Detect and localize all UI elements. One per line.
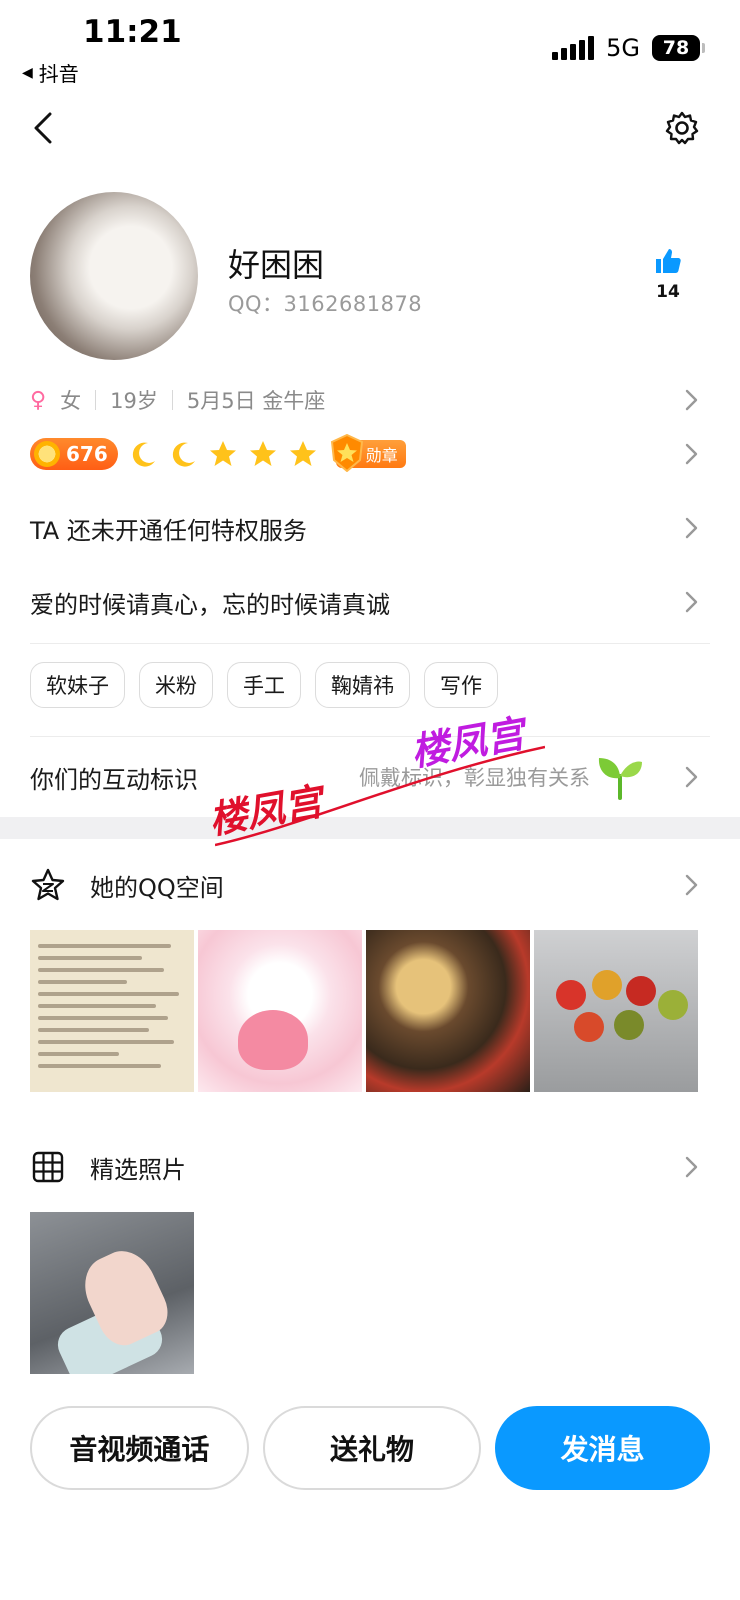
- tag-item[interactable]: 写作: [424, 662, 498, 708]
- avatar[interactable]: [30, 192, 198, 360]
- qq-level-badge: 676: [30, 438, 118, 470]
- like-button[interactable]: 14: [648, 246, 688, 302]
- qzone-photo-food[interactable]: [366, 930, 530, 1092]
- network-type: 5G: [606, 34, 640, 62]
- status-time: 11:21: [83, 14, 182, 50]
- tag-item[interactable]: 米粉: [139, 662, 213, 708]
- battery-level: 78: [662, 37, 690, 59]
- thumbs-up-icon: [656, 249, 681, 273]
- send-message-button[interactable]: 发消息: [495, 1406, 711, 1490]
- badges-row[interactable]: 676 勋章: [30, 434, 710, 474]
- qzone-star-icon: [31, 868, 65, 901]
- sprout-icon: [598, 758, 642, 800]
- back-icon[interactable]: [30, 108, 60, 148]
- signal-icon: [552, 36, 595, 60]
- qzone-header[interactable]: 她的QQ空间: [30, 860, 710, 910]
- medal-badge: 勋章: [330, 434, 406, 472]
- signature-text: 爱的时候请真心，忘的时候请真诚: [30, 590, 390, 619]
- divider: [95, 390, 97, 410]
- grid-icon: [32, 1151, 64, 1183]
- tag-item[interactable]: 软妹子: [30, 662, 125, 708]
- back-triangle-icon: ◀: [22, 64, 33, 81]
- level-number: 676: [66, 442, 108, 466]
- chevron-right-icon: [685, 874, 698, 896]
- interaction-hint: 佩戴标识，彰显独有关系: [359, 766, 590, 790]
- chevron-right-icon: [685, 591, 698, 613]
- star-icon: [209, 441, 236, 466]
- send-gift-button[interactable]: 送礼物: [262, 1406, 482, 1490]
- privilege-row[interactable]: TA 还未开通任何特权服务: [30, 503, 710, 553]
- qzone-photo-candied-fruit[interactable]: [534, 930, 698, 1092]
- star-icon: [249, 441, 276, 466]
- privilege-text: TA 还未开通任何特权服务: [30, 516, 307, 545]
- like-count: 14: [656, 282, 680, 302]
- qzone-photo-anime-girl[interactable]: [198, 930, 362, 1092]
- basic-info-row[interactable]: ♀ 女 19岁 5月5日 金牛座: [30, 380, 710, 420]
- qzone-thumbnails: [30, 930, 698, 1092]
- qzone-title: 她的QQ空间: [90, 873, 224, 902]
- video-call-button[interactable]: 音视频通话: [30, 1406, 249, 1490]
- divider: [30, 736, 710, 737]
- back-to-app-link[interactable]: ◀ 抖音: [22, 58, 79, 87]
- interaction-mark-row[interactable]: 你们的互动标识 佩戴标识，彰显独有关系: [30, 752, 710, 802]
- chevron-right-icon: [685, 1156, 698, 1178]
- tag-item[interactable]: 鞠婧祎: [315, 662, 410, 708]
- medal-label: 勋章: [365, 446, 398, 465]
- nickname: 好困困: [228, 246, 325, 284]
- tag-item[interactable]: 手工: [227, 662, 301, 708]
- birthday-text: 5月5日 金牛座: [186, 389, 326, 413]
- sun-icon: [34, 441, 60, 467]
- status-indicators: 5G 78: [552, 34, 705, 62]
- gender-text: 女: [60, 389, 82, 413]
- moon-icon: [132, 442, 155, 467]
- featured-photo-hand[interactable]: [30, 1212, 194, 1374]
- featured-photos: [30, 1212, 194, 1374]
- divider: [171, 390, 173, 410]
- chevron-right-icon: [685, 389, 698, 411]
- action-bar: 音视频通话 送礼物 发消息: [30, 1406, 711, 1490]
- interest-tags: 软妹子 米粉 手工 鞠婧祎 写作: [30, 662, 498, 708]
- age-text: 19岁: [110, 389, 158, 413]
- female-icon: ♀: [30, 387, 47, 413]
- back-app-label: 抖音: [38, 62, 79, 86]
- medal-shield-icon: [330, 434, 363, 472]
- qq-number: QQ：3162681878: [228, 292, 423, 316]
- interaction-title: 你们的互动标识: [30, 765, 198, 794]
- star-icon: [289, 441, 316, 466]
- divider: [30, 643, 710, 644]
- chevron-right-icon: [685, 517, 698, 539]
- photos-header[interactable]: 精选照片: [30, 1142, 710, 1192]
- photos-title: 精选照片: [90, 1155, 186, 1184]
- section-separator: [0, 817, 740, 839]
- signature-row[interactable]: 爱的时候请真心，忘的时候请真诚: [30, 577, 710, 627]
- battery-icon: 78: [652, 35, 705, 61]
- chevron-right-icon: [685, 443, 698, 465]
- moon-icon: [172, 442, 195, 467]
- qzone-photo-text-note[interactable]: [30, 930, 194, 1092]
- chevron-right-icon: [685, 766, 698, 788]
- gear-icon[interactable]: [664, 110, 700, 146]
